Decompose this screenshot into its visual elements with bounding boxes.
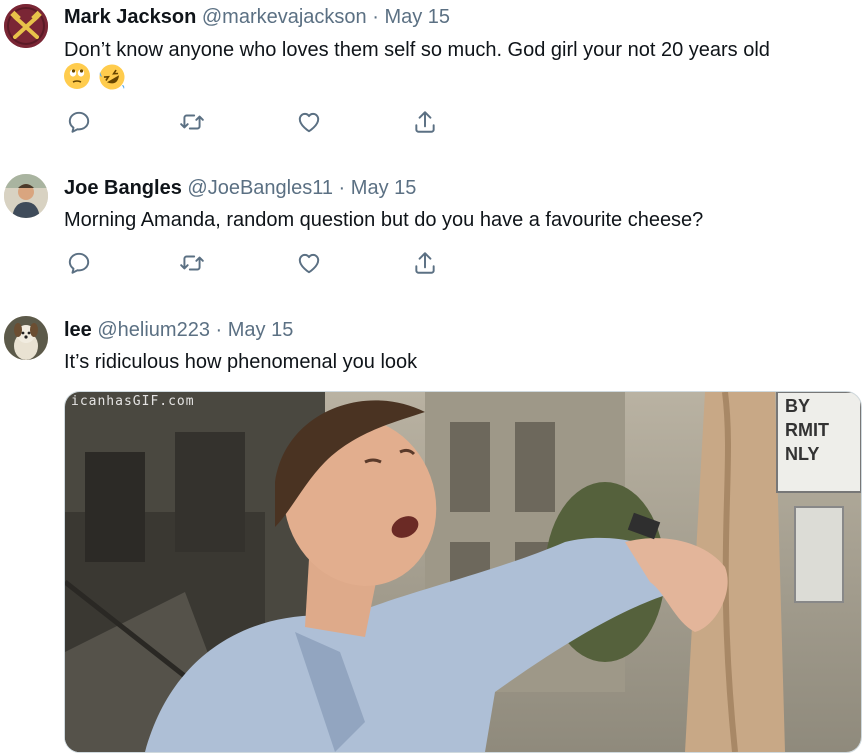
tweet-date[interactable]: May 15 (228, 319, 294, 341)
tweet-date[interactable]: May 15 (384, 6, 450, 28)
reply-button[interactable] (64, 248, 94, 278)
like-icon (298, 112, 320, 133)
like-icon (298, 253, 320, 274)
display-name[interactable]: Joe Bangles (64, 177, 182, 199)
user-handle[interactable]: @markevajackson (202, 6, 367, 28)
tweet-text: Morning Amanda, random question but do y… (64, 209, 704, 231)
sign-line-2: RMIT (785, 420, 829, 440)
avatar[interactable] (4, 316, 48, 360)
tweet-date[interactable]: May 15 (351, 177, 417, 199)
gif-scene: BY RMIT NLY (65, 392, 861, 752)
rolling-on-the-floor-laughing-icon (98, 63, 125, 90)
avatar[interactable] (4, 174, 48, 218)
retweet-icon (180, 114, 204, 130)
user-handle[interactable]: @helium223 (97, 319, 210, 341)
avatar[interactable] (4, 4, 48, 48)
display-name[interactable]: Mark Jackson (64, 6, 196, 28)
tweet-text: It’s ridiculous how phenomenal you look (64, 351, 418, 373)
sign-line-1: BY (785, 396, 810, 416)
retweet-icon (180, 255, 204, 271)
retweet-button[interactable] (177, 107, 207, 137)
like-button[interactable] (294, 107, 324, 137)
tweet-header: Joe Bangles @JoeBangles11 · May 15 (64, 176, 416, 200)
reply-icon (68, 111, 90, 133)
share-icon (415, 252, 435, 274)
profile-photo (4, 174, 48, 218)
crossed-hammers-crest-icon (4, 4, 48, 48)
separator-dot: · (372, 6, 379, 28)
user-handle[interactable]: @JoeBangles11 (187, 177, 333, 199)
sign-line-3: NLY (785, 444, 819, 464)
separator-dot: · (338, 177, 346, 199)
tweet-header: Mark Jackson @markevajackson · May 15 (64, 5, 450, 29)
reply-button[interactable] (64, 107, 94, 137)
gif-watermark: icanhasGIF.com (71, 394, 195, 409)
share-button[interactable] (410, 248, 440, 278)
tweet-text: Don’t know anyone who loves them self so… (64, 39, 770, 61)
face-with-rolling-eyes-icon (64, 63, 90, 89)
emoji-row (64, 63, 128, 93)
tweet-header: lee @helium223 · May 15 (64, 318, 293, 342)
share-icon (415, 111, 435, 133)
share-button[interactable] (410, 107, 440, 137)
like-button[interactable] (294, 248, 324, 278)
dog-photo (4, 316, 48, 360)
display-name[interactable]: lee (64, 319, 92, 341)
tweet-2[interactable]: Joe Bangles @JoeBangles11 · May 15 Morni… (0, 170, 863, 310)
retweet-button[interactable] (177, 248, 207, 278)
separator-dot: · (215, 319, 223, 341)
tweet-media-gif[interactable]: BY RMIT NLY icanhasGIF.com (64, 391, 862, 753)
reply-icon (68, 252, 90, 274)
tweet-1[interactable]: Mark Jackson @markevajackson · May 15 Do… (0, 0, 863, 150)
